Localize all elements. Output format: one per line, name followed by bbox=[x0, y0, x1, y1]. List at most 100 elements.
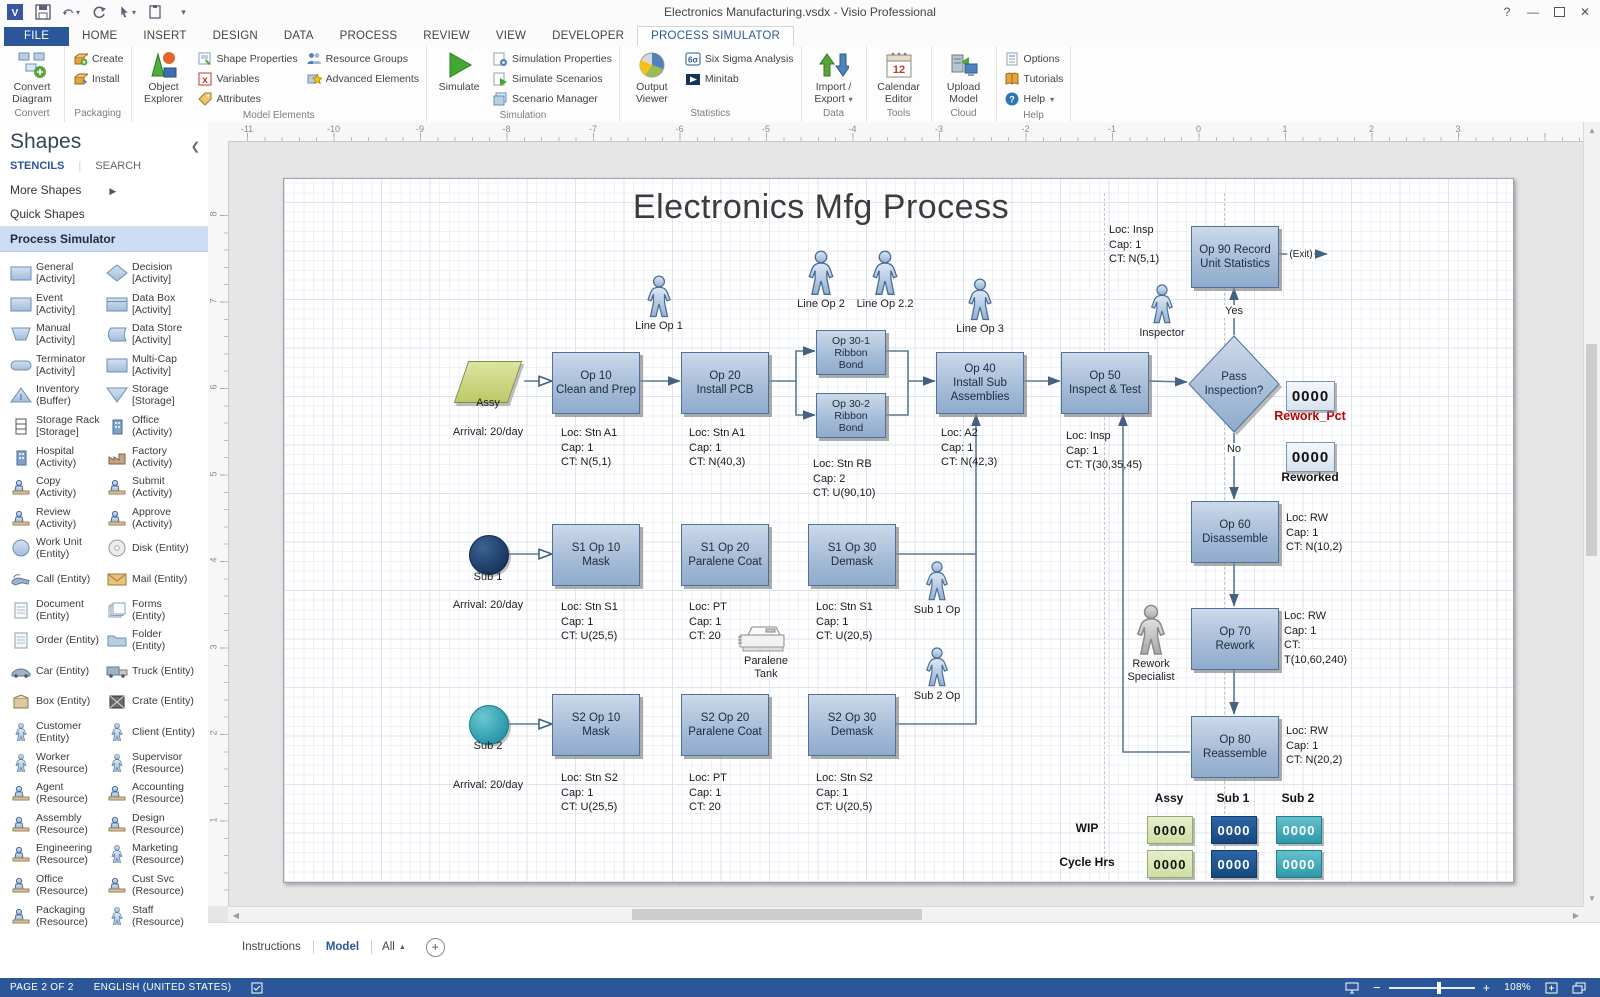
ribbon-tab-data[interactable]: DATA bbox=[271, 27, 327, 46]
person-rework-specialist[interactable] bbox=[1133, 603, 1169, 662]
simulate-button[interactable]: Simulate bbox=[430, 48, 488, 94]
simulate-scenarios-button[interactable]: Simulate Scenarios bbox=[488, 69, 616, 89]
entity-sub2-circle[interactable] bbox=[469, 705, 509, 745]
language-indicator[interactable]: ENGLISH (UNITED STATES) bbox=[84, 982, 242, 993]
process-node-op-90-record[interactable]: Op 90 RecordUnit Statistics bbox=[1191, 226, 1279, 288]
horizontal-scrollbar[interactable]: ◀ ▶ bbox=[228, 906, 1584, 923]
clipboard-icon[interactable] bbox=[146, 3, 164, 21]
ribbon-tab-review[interactable]: REVIEW bbox=[410, 27, 483, 46]
reworked-databox[interactable]: 0000 bbox=[1286, 442, 1335, 472]
stencil-header-process-simulator[interactable]: Process Simulator bbox=[0, 226, 208, 252]
process-node-op-20[interactable]: Op 20Install PCB bbox=[681, 352, 769, 414]
cyclehrs-sub2-databox[interactable]: 0000 bbox=[1276, 850, 1322, 878]
simulation-properties-button[interactable]: Simulation Properties bbox=[488, 49, 616, 69]
stencil-item-factory[interactable]: Factory(Activity) bbox=[102, 442, 198, 472]
undo-icon[interactable]: ▾ bbox=[62, 3, 80, 21]
stencil-item-event[interactable]: Event[Activity] bbox=[6, 289, 102, 319]
stencil-item-marketing[interactable]: Marketing(Resource) bbox=[102, 839, 198, 869]
all-pages-dropdown[interactable]: All▲ bbox=[372, 937, 416, 957]
convert-diagram-button[interactable]: ConvertDiagram bbox=[3, 48, 61, 105]
wip-sub2-databox[interactable]: 0000 bbox=[1276, 816, 1322, 844]
stencil-item-office[interactable]: Office(Resource) bbox=[6, 870, 102, 900]
advanced-elements-button[interactable]: Advanced Elements bbox=[302, 69, 423, 89]
ribbon-tab-developer[interactable]: DEVELOPER bbox=[539, 27, 637, 46]
stencil-item-accounting[interactable]: Accounting(Resource) bbox=[102, 778, 198, 808]
stencil-item-data-box[interactable]: Data Box[Activity] bbox=[102, 289, 198, 319]
stencil-item-crate-entity-[interactable]: Crate (Entity) bbox=[102, 686, 198, 716]
six-sigma-analysis-button[interactable]: 6σSix Sigma Analysis bbox=[681, 49, 798, 69]
stencil-item-car-entity-[interactable]: Car (Entity) bbox=[6, 656, 102, 686]
switch-windows-icon[interactable] bbox=[1572, 982, 1586, 994]
shape-properties-button[interactable]: Shape Properties bbox=[193, 49, 302, 69]
output-viewer-button[interactable]: OutputViewer bbox=[623, 48, 681, 105]
stencil-item-truck-entity-[interactable]: Truck (Entity) bbox=[102, 656, 198, 686]
process-node-op-30-2[interactable]: Op 30-2RibbonBond bbox=[816, 393, 886, 438]
scroll-up-icon[interactable]: ▲ bbox=[1584, 122, 1600, 138]
person-line-op-2[interactable] bbox=[805, 249, 837, 302]
stencil-item-hospital[interactable]: Hospital(Activity) bbox=[6, 442, 102, 472]
pointer-icon[interactable]: ▾ bbox=[118, 3, 136, 21]
ribbon-tab-insert[interactable]: INSERT bbox=[130, 27, 199, 46]
process-node-op-50[interactable]: Op 50Inspect & Test bbox=[1061, 352, 1149, 414]
process-node-op-80[interactable]: Op 80Reassemble bbox=[1191, 716, 1279, 778]
entity-sub1-circle[interactable] bbox=[469, 535, 509, 575]
stencil-item-document[interactable]: Document(Entity) bbox=[6, 595, 102, 625]
presenter-icon[interactable] bbox=[1345, 982, 1359, 994]
stencil-item-customer[interactable]: Customer(Entity) bbox=[6, 717, 102, 747]
process-node-s1-op-20[interactable]: S1 Op 20Paralene Coat bbox=[681, 524, 769, 586]
stencil-item-design[interactable]: Design(Resource) bbox=[102, 809, 198, 839]
vertical-scrollbar[interactable]: ▲ ▼ bbox=[1583, 122, 1600, 906]
zoom-track[interactable] bbox=[1389, 987, 1475, 989]
rework-pct-databox[interactable]: 0000 bbox=[1286, 381, 1335, 411]
process-node-op-40[interactable]: Op 40Install SubAssemblies bbox=[936, 352, 1024, 414]
zoom-out-icon[interactable]: − bbox=[1373, 983, 1381, 993]
drawing-page[interactable]: PassInspection?Op 10Clean and PrepOp 20I… bbox=[283, 178, 1514, 883]
minitab-button[interactable]: Minitab bbox=[681, 69, 798, 89]
maximize-icon[interactable] bbox=[1546, 0, 1572, 24]
stencil-item-disk-entity-[interactable]: Disk (Entity) bbox=[102, 533, 198, 563]
stencil-item-inventory[interactable]: IInventory(Buffer) bbox=[6, 380, 102, 410]
stencil-item-order-entity-[interactable]: Order (Entity) bbox=[6, 625, 102, 655]
object-explorer-button[interactable]: ObjectExplorer bbox=[135, 48, 193, 105]
create-button[interactable]: Create bbox=[68, 49, 128, 69]
scroll-right-icon[interactable]: ▶ bbox=[1568, 907, 1584, 923]
add-page-icon[interactable]: + bbox=[426, 938, 445, 957]
zoom-slider[interactable]: − + bbox=[1373, 983, 1490, 993]
stencil-item-decision[interactable]: Decision[Activity] bbox=[102, 258, 198, 288]
help-button[interactable]: ?Help▾ bbox=[1000, 89, 1068, 109]
stencil-item-cust-svc[interactable]: Cust Svc(Resource) bbox=[102, 870, 198, 900]
stencil-item-storage-rack[interactable]: Storage Rack[Storage] bbox=[6, 411, 102, 441]
fit-page-icon[interactable] bbox=[1545, 982, 1558, 994]
options-button[interactable]: Options bbox=[1000, 49, 1068, 69]
stencil-item-data-store[interactable]: Data Store[Activity] bbox=[102, 319, 198, 349]
scroll-left-icon[interactable]: ◀ bbox=[228, 907, 244, 923]
resource-groups-button[interactable]: Resource Groups bbox=[302, 49, 423, 69]
stencil-item-approve[interactable]: Approve(Activity) bbox=[102, 503, 198, 533]
calendar-editor-button[interactable]: 12CalendarEditor bbox=[870, 48, 928, 105]
stencil-item-storage[interactable]: Storage[Storage] bbox=[102, 380, 198, 410]
process-node-op-70[interactable]: Op 70Rework bbox=[1191, 608, 1279, 670]
process-node-s1-op-10[interactable]: S1 Op 10Mask bbox=[552, 524, 640, 586]
page-indicator[interactable]: PAGE 2 OF 2 bbox=[0, 982, 84, 993]
process-node-op-60[interactable]: Op 60Disassemble bbox=[1191, 501, 1279, 563]
decision-pass-inspection[interactable]: PassInspection? bbox=[1205, 370, 1264, 398]
process-node-op-30-1[interactable]: Op 30-1RibbonBond bbox=[816, 330, 886, 375]
customize-qat-icon[interactable]: ▾ bbox=[174, 3, 192, 21]
redo-icon[interactable] bbox=[90, 3, 108, 21]
visio-logo-icon[interactable]: V bbox=[6, 3, 24, 21]
stencil-item-folder[interactable]: Folder(Entity) bbox=[102, 625, 198, 655]
stencil-item-agent[interactable]: Agent(Resource) bbox=[6, 778, 102, 808]
process-node-s2-op-10[interactable]: S2 Op 10Mask bbox=[552, 694, 640, 756]
wip-sub1-databox[interactable]: 0000 bbox=[1211, 816, 1257, 844]
zoom-level[interactable]: 108% bbox=[1504, 982, 1531, 993]
process-node-s1-op-30[interactable]: S1 Op 30Demask bbox=[808, 524, 896, 586]
page-tab-model[interactable]: Model bbox=[314, 937, 371, 957]
stencil-item-copy[interactable]: Copy(Activity) bbox=[6, 472, 102, 502]
vertical-scroll-thumb[interactable] bbox=[1586, 344, 1597, 556]
save-icon[interactable] bbox=[34, 3, 52, 21]
import-export-button[interactable]: Import /Export ▾ bbox=[805, 48, 863, 105]
more-shapes[interactable]: More Shapes▶ bbox=[0, 178, 208, 202]
scroll-down-icon[interactable]: ▼ bbox=[1584, 890, 1600, 906]
tab-stencils[interactable]: STENCILS bbox=[10, 160, 64, 172]
quick-shapes[interactable]: Quick Shapes bbox=[0, 202, 208, 226]
